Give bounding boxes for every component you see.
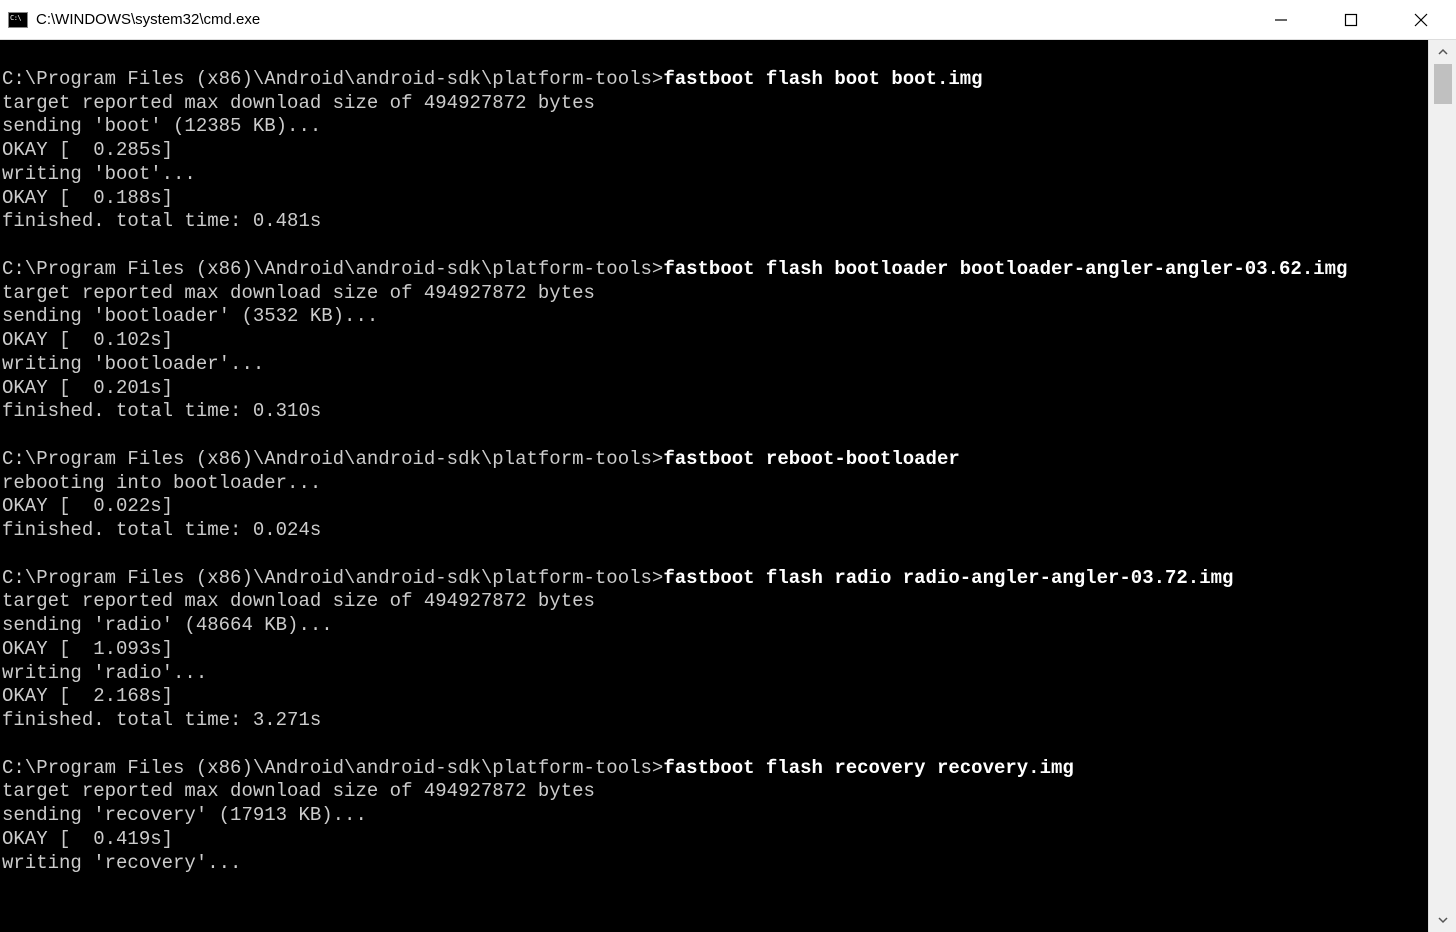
output-line: finished. total time: 0.310s (2, 400, 321, 422)
output-line: rebooting into bootloader... (2, 472, 321, 494)
output-line: writing 'radio'... (2, 662, 207, 684)
command-prompt: C:\Program Files (x86)\Android\android-s… (2, 448, 663, 470)
output-line: sending 'boot' (12385 KB)... (2, 115, 321, 137)
command-prompt: C:\Program Files (x86)\Android\android-s… (2, 757, 663, 779)
terminal-output[interactable]: C:\Program Files (x86)\Android\android-s… (0, 40, 1428, 932)
cmd-icon (8, 12, 28, 28)
maximize-icon (1344, 13, 1358, 27)
output-line: finished. total time: 3.271s (2, 709, 321, 731)
command-text: fastboot reboot-bootloader (663, 448, 959, 470)
chevron-down-icon (1438, 915, 1448, 925)
scroll-down-button[interactable] (1429, 908, 1456, 932)
vertical-scrollbar[interactable] (1428, 40, 1456, 932)
output-line: finished. total time: 0.024s (2, 519, 321, 541)
window-titlebar[interactable]: C:\WINDOWS\system32\cmd.exe (0, 0, 1456, 40)
command-text: fastboot flash boot boot.img (663, 68, 982, 90)
output-line: writing 'boot'... (2, 163, 196, 185)
scrollbar-thumb[interactable] (1434, 64, 1452, 104)
command-text: fastboot flash bootloader bootloader-ang… (663, 258, 1347, 280)
close-button[interactable] (1386, 0, 1456, 39)
output-line: target reported max download size of 494… (2, 92, 595, 114)
command-prompt: C:\Program Files (x86)\Android\android-s… (2, 68, 663, 90)
output-line: OKAY [ 0.022s] (2, 495, 173, 517)
command-prompt: C:\Program Files (x86)\Android\android-s… (2, 567, 663, 589)
output-line: writing 'recovery'... (2, 852, 241, 874)
close-icon (1414, 13, 1428, 27)
minimize-icon (1274, 13, 1288, 27)
command-prompt: C:\Program Files (x86)\Android\android-s… (2, 258, 663, 280)
output-line: target reported max download size of 494… (2, 282, 595, 304)
output-line: finished. total time: 0.481s (2, 210, 321, 232)
output-line: sending 'bootloader' (3532 KB)... (2, 305, 378, 327)
terminal-container: C:\Program Files (x86)\Android\android-s… (0, 40, 1456, 932)
output-line: target reported max download size of 494… (2, 590, 595, 612)
output-line: OKAY [ 0.201s] (2, 377, 173, 399)
output-line: sending 'radio' (48664 KB)... (2, 614, 333, 636)
command-text: fastboot flash radio radio-angler-angler… (663, 567, 1233, 589)
maximize-button[interactable] (1316, 0, 1386, 39)
window-title: C:\WINDOWS\system32\cmd.exe (36, 11, 260, 28)
output-line: OKAY [ 0.102s] (2, 329, 173, 351)
output-line: OKAY [ 0.419s] (2, 828, 173, 850)
output-line: OKAY [ 1.093s] (2, 638, 173, 660)
scroll-up-button[interactable] (1429, 40, 1456, 64)
output-line: OKAY [ 0.188s] (2, 187, 173, 209)
chevron-up-icon (1438, 47, 1448, 57)
output-line: writing 'bootloader'... (2, 353, 264, 375)
command-text: fastboot flash recovery recovery.img (663, 757, 1073, 779)
output-line: OKAY [ 2.168s] (2, 685, 173, 707)
output-line: target reported max download size of 494… (2, 780, 595, 802)
output-line: OKAY [ 0.285s] (2, 139, 173, 161)
output-line: sending 'recovery' (17913 KB)... (2, 804, 367, 826)
window-controls (1246, 0, 1456, 39)
minimize-button[interactable] (1246, 0, 1316, 39)
